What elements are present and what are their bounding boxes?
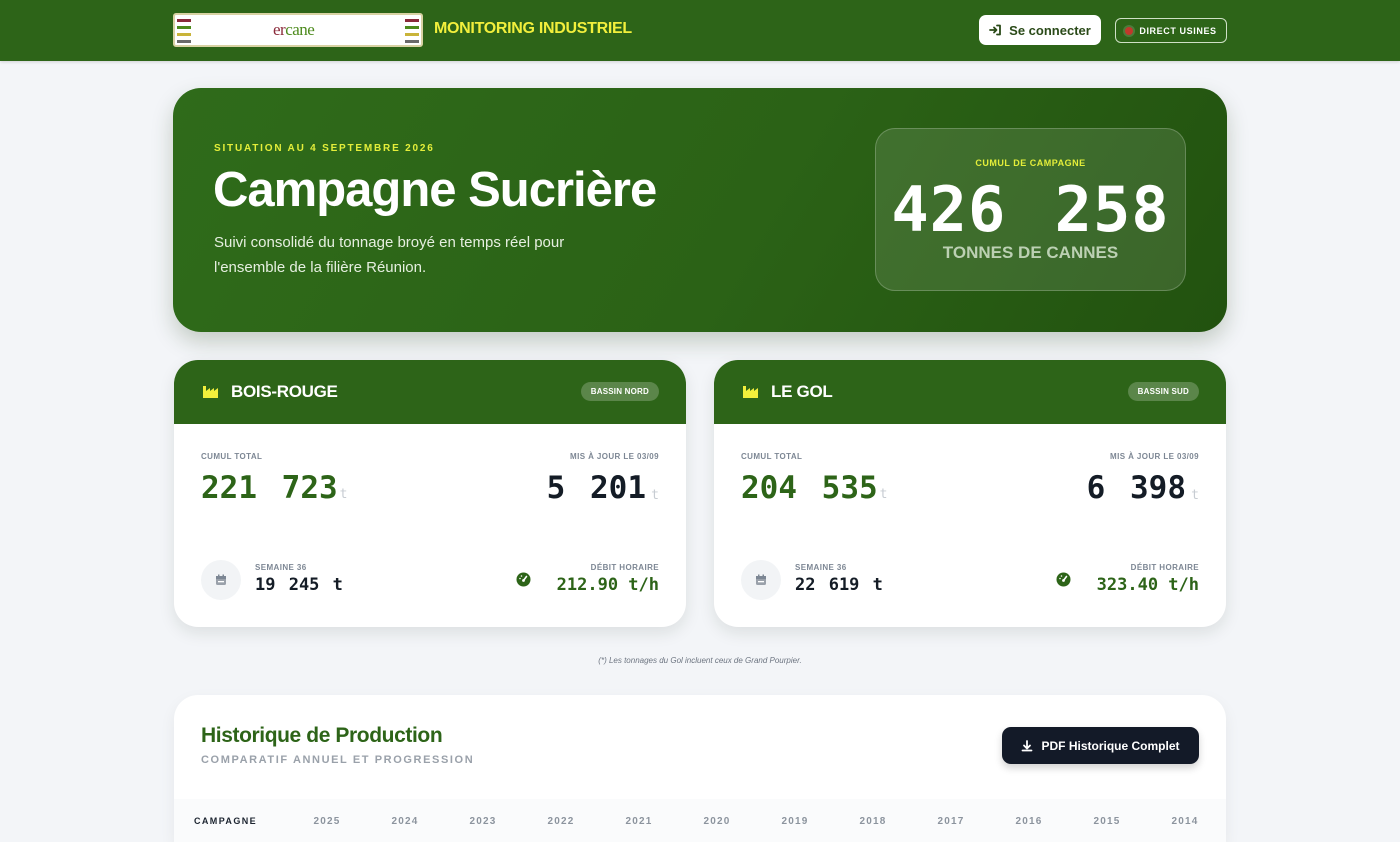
pdf-history-label: PDF Historique Complet [1041,738,1180,753]
campaign-hero: SITUATION AU 4 SEPTEMBRE 2026 Campagne S… [173,88,1227,332]
daily-update-value: 6 398 [1086,470,1186,506]
footnote: (*) Les tonnages du Gol incluent ceux de… [598,656,802,665]
factory-card-header: BOIS-ROUGE BASSIN NORD [174,360,686,424]
basin-badge: BASSIN SUD [1127,382,1199,401]
history-title: Historique de Production [201,724,443,747]
calendar-icon [216,574,226,585]
direct-usines-button[interactable]: DIRECT USINES [1115,18,1227,43]
update-label: MIS À JOUR LE 03/09 [570,452,659,461]
column-header-year[interactable]: 2023 [469,816,496,827]
app-title: MONITORING INDUSTRIEL [434,20,632,37]
week-label: SEMAINE 36 [255,563,307,572]
rate-label: DÉBIT HORAIRE [1130,563,1199,572]
pdf-history-button[interactable]: PDF Historique Complet [1002,727,1199,764]
week-value: 22 619 t [795,575,883,595]
cumul-number: 204 535 [741,470,878,506]
campaign-total-value: 426 258 [891,173,1170,246]
column-header-year[interactable]: 2025 [313,816,340,827]
column-header-year[interactable]: 2019 [781,816,808,827]
history-subtitle: COMPARATIF ANNUEL ET PROGRESSION [201,754,475,766]
column-header-year[interactable]: 2020 [703,816,730,827]
factory-name: LE GOL [771,382,833,401]
campaign-total-unit: TONNES DE CANNES [942,243,1119,262]
factory-card-header: LE GOL BASSIN SUD [714,360,1226,424]
column-header-year[interactable]: 2022 [547,816,574,827]
situation-date: SITUATION AU 4 SEPTEMBRE 2026 [214,143,435,154]
cumul-label: CUMUL TOTAL [741,452,803,461]
campaign-total-label: CUMUL DE CAMPAGNE [975,158,1086,168]
column-header-campagne: CAMPAGNE [194,816,258,826]
logo-stripes-left [177,19,191,43]
column-header-year[interactable]: 2024 [391,816,418,827]
basin-badge: BASSIN NORD [580,382,659,401]
factory-name: BOIS-ROUGE [231,382,338,401]
cumul-label: CUMUL TOTAL [201,452,263,461]
week-value: 19 245 t [255,575,343,595]
cumul-total-value: 204 535 t [741,470,887,506]
sign-in-icon [989,24,1002,36]
login-label: Se connecter [1009,22,1091,38]
column-header-year[interactable]: 2017 [937,816,964,827]
daily-update-unit: t [651,488,659,503]
column-header-year[interactable]: 2014 [1171,816,1198,827]
ercane-logo[interactable]: ercane [173,13,423,47]
direct-usines-label: DIRECT USINES [1139,25,1217,36]
column-header-year[interactable]: 2016 [1015,816,1042,827]
top-navbar: ercane MONITORING INDUSTRIEL Se connecte… [0,0,1400,61]
calendar-icon [756,574,766,585]
history-table-header: CAMPAGNE 2025 2024 2023 2022 2021 2020 2… [174,799,1226,842]
rate-value: 323.40 t/h [1096,575,1199,595]
factory-icon [203,386,218,398]
calendar-badge [741,560,781,600]
production-history-panel: Historique de Production COMPARATIF ANNU… [174,695,1226,842]
rate-label: DÉBIT HORAIRE [590,563,659,572]
column-header-year[interactable]: 2015 [1093,816,1120,827]
gauge-icon [1056,572,1071,587]
week-label: SEMAINE 36 [795,563,847,572]
calendar-badge [201,560,241,600]
gauge-icon [516,572,531,587]
rate-value: 212.90 t/h [556,575,659,595]
factory-card-bois-rouge: BOIS-ROUGE BASSIN NORD CUMUL TOTAL MIS À… [174,360,686,627]
campaign-total-box: CUMUL DE CAMPAGNE 426 258 TONNES DE CANN… [875,128,1186,291]
factory-icon [743,386,758,398]
live-dot-icon [1125,26,1134,35]
logo-wordmark: ercane [273,20,315,39]
download-icon [1022,739,1033,751]
column-header-year[interactable]: 2018 [859,816,886,827]
page-title: Campagne Sucrière [213,163,657,217]
hero-subtitle: Suivi consolidé du tonnage broyé en temp… [214,234,565,276]
logo-stripes-right [405,19,419,43]
daily-update-unit: t [1191,488,1199,503]
cumul-total-value: 221 723 t [201,470,347,506]
factory-card-le-gol: LE GOL BASSIN SUD CUMUL TOTAL MIS À JOUR… [714,360,1226,627]
update-label: MIS À JOUR LE 03/09 [1110,452,1199,461]
cumul-unit: t [879,487,888,502]
daily-update-value: 5 201 [546,470,646,506]
login-button[interactable]: Se connecter [979,15,1101,45]
cumul-unit: t [339,487,348,502]
cumul-number: 221 723 [201,470,338,506]
column-header-year[interactable]: 2021 [625,816,652,827]
